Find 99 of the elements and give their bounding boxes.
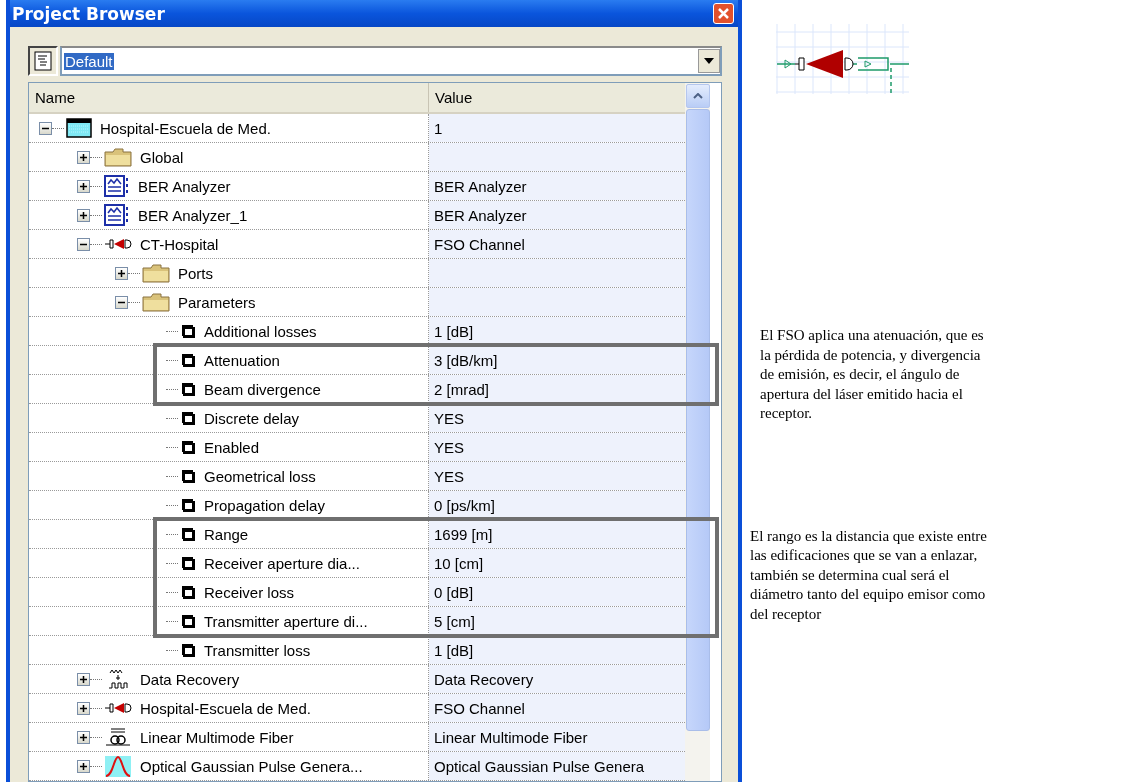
property-value: FSO Channel xyxy=(429,230,685,258)
tree-item-label[interactable]: Parameters xyxy=(178,293,256,311)
tree-item-label[interactable]: Propagation delay xyxy=(204,496,325,514)
tree-item-label[interactable]: Ports xyxy=(178,264,213,282)
parameter-icon xyxy=(180,642,196,658)
expand-button[interactable] xyxy=(77,701,90,715)
property-value: BER Analyzer xyxy=(429,172,685,200)
window-icon xyxy=(66,118,92,138)
property-value: BER Analyzer xyxy=(429,201,685,229)
property-value: Data Recovery xyxy=(429,665,685,693)
selected-text: Default xyxy=(64,52,114,70)
tree-item-label[interactable]: Receiver aperture dia... xyxy=(204,554,360,572)
parameter-icon xyxy=(180,381,196,397)
tree-item-label[interactable]: Beam divergence xyxy=(204,380,321,398)
list-icon xyxy=(34,51,52,71)
expand-button[interactable] xyxy=(115,266,128,280)
pulse-icon xyxy=(104,755,132,777)
collapse-button[interactable] xyxy=(39,121,52,135)
fiber-coil-icon xyxy=(104,726,132,748)
expand-button[interactable] xyxy=(77,208,90,222)
property-value: 5 [cm] xyxy=(429,607,685,635)
analyzer-icon xyxy=(104,175,130,197)
parameter-icon xyxy=(180,584,196,600)
expand-button[interactable] xyxy=(77,759,90,773)
collapse-button[interactable] xyxy=(77,237,90,251)
expand-button[interactable] xyxy=(77,730,90,744)
close-button[interactable] xyxy=(713,3,734,24)
expand-button[interactable] xyxy=(77,672,90,686)
tree-item-label[interactable]: BER Analyzer xyxy=(138,177,231,195)
tree-item-label[interactable]: Hospital-Escuela de Med. xyxy=(100,119,271,137)
annotation-text: El FSO aplica una atenuación, que es la pérdida de potencia, y divergencia de emisión, es decir, el ángulo de apertura del láser emitido hacia el receptor. xyxy=(760,326,985,423)
property-value: YES xyxy=(429,404,685,432)
tree-item-label[interactable]: Data Recovery xyxy=(140,670,240,688)
parameter-icon xyxy=(180,526,196,542)
view-selector-field[interactable]: Default xyxy=(60,46,722,76)
property-value: 3 [dB/km] xyxy=(429,346,685,374)
tree-item-label[interactable]: Transmitter loss xyxy=(204,641,311,659)
tree-item-label[interactable]: Enabled xyxy=(204,438,260,456)
property-value: 1 [dB] xyxy=(429,636,685,664)
parameter-icon xyxy=(180,323,196,339)
collapse-button[interactable] xyxy=(115,295,128,309)
tree-item-label[interactable]: Global xyxy=(140,148,184,166)
scroll-up-button[interactable] xyxy=(686,84,710,108)
tree-item-label[interactable]: Hospital-Escuela de Med. xyxy=(140,699,311,717)
expand-button[interactable] xyxy=(77,150,90,164)
property-value: Optical Gaussian Pulse Genera xyxy=(429,752,685,780)
tree-item-label[interactable]: Additional losses xyxy=(204,322,317,340)
plus-icon xyxy=(79,152,88,162)
analyzer-icon xyxy=(104,204,130,226)
fso-channel-icon xyxy=(104,237,132,251)
expand-button[interactable] xyxy=(77,179,90,193)
property-value: 1 [dB] xyxy=(429,317,685,345)
parameter-icon xyxy=(180,410,196,426)
parameter-icon xyxy=(180,555,196,571)
window-title: Project Browser xyxy=(12,3,165,24)
tree-item-label[interactable]: Linear Multimode Fiber xyxy=(140,728,294,746)
property-value: YES xyxy=(429,433,685,461)
parameter-icon xyxy=(180,468,196,484)
tree-item-label[interactable]: CT-Hospital xyxy=(140,235,219,253)
tree-item-label[interactable]: Discrete delay xyxy=(204,409,300,427)
property-value: 0 [dB] xyxy=(429,578,685,606)
folder-icon xyxy=(142,292,170,312)
plus-icon xyxy=(79,703,88,713)
tree-item-label[interactable]: Range xyxy=(204,525,249,543)
column-header[interactable]: Value xyxy=(429,83,685,112)
caret-icon xyxy=(704,58,714,64)
tree-item-label[interactable]: Receiver loss xyxy=(204,583,295,601)
parameter-icon xyxy=(180,352,196,368)
close-icon xyxy=(717,7,730,20)
chevron-up-icon xyxy=(693,93,703,99)
plus-icon xyxy=(117,268,126,278)
property-value: 2 [mrad] xyxy=(429,375,685,403)
property-value: FSO Channel xyxy=(429,694,685,722)
plus-icon xyxy=(79,761,88,771)
annotation-text: El rango es la distancia que existe entre las edificaciones que se van a enlazar, también se determina cual será el diámetro tanto del equipo emisor como del receptor xyxy=(750,526,988,624)
folder-icon xyxy=(104,147,132,167)
property-value: 0 [ps/km] xyxy=(429,491,685,519)
column-header[interactable]: Name xyxy=(29,83,429,112)
tree-item-label[interactable]: Optical Gaussian Pulse Genera... xyxy=(140,757,363,775)
dropdown-button[interactable] xyxy=(698,49,720,73)
parameter-icon xyxy=(180,497,196,513)
property-value: YES xyxy=(429,462,685,490)
property-value: Linear Multimode Fiber xyxy=(429,723,685,751)
tree-item-label[interactable]: BER Analyzer_1 xyxy=(138,206,248,224)
tree-item-label[interactable]: Attenuation xyxy=(204,351,280,369)
property-value: 1 xyxy=(429,114,685,142)
fso-channel-icon xyxy=(104,701,132,715)
parameter-icon xyxy=(180,439,196,455)
list-view-button[interactable] xyxy=(28,46,58,76)
plus-icon xyxy=(79,732,88,742)
tree-item-label[interactable]: Transmitter aperture di... xyxy=(204,612,368,630)
plus-icon xyxy=(79,210,88,220)
tree-item-label[interactable]: Geometrical loss xyxy=(204,467,316,485)
property-value: 10 [cm] xyxy=(429,549,685,577)
folder-icon xyxy=(142,263,170,283)
plus-icon xyxy=(79,181,88,191)
parameter-icon xyxy=(180,613,196,629)
plus-icon xyxy=(79,674,88,684)
property-value: 1699 [m] xyxy=(429,520,685,548)
